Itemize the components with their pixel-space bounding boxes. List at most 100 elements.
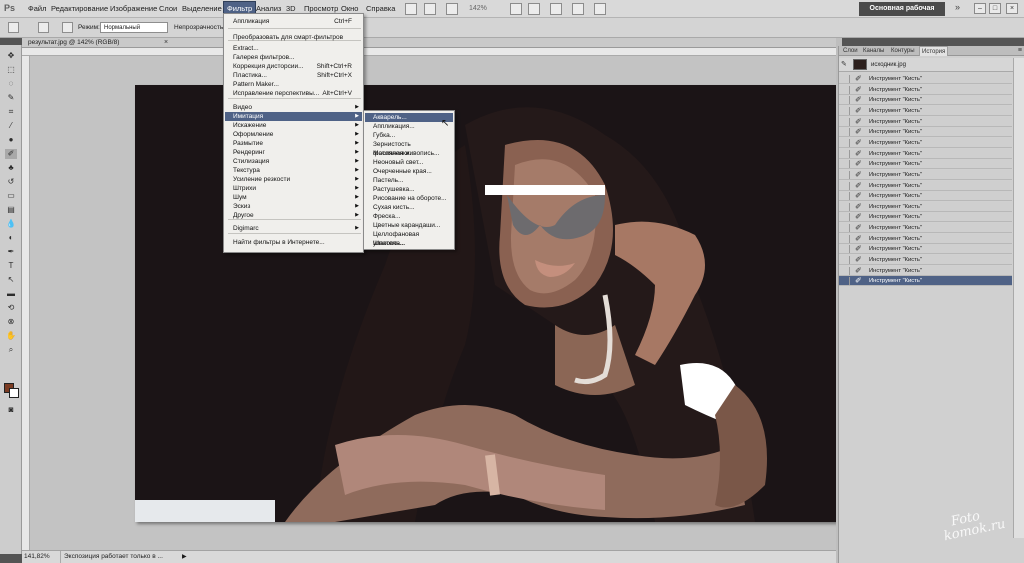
brush-size-icon[interactable] xyxy=(38,22,49,33)
imitation-menu-item[interactable]: Шпатель... xyxy=(365,239,453,248)
history-state-row[interactable]: ✐ Инструмент "Кисть" xyxy=(839,95,1012,106)
screen-mode-icon[interactable] xyxy=(594,3,606,15)
history-snapshot[interactable]: ✎ исходник.jpg xyxy=(839,58,1024,72)
history-state-row[interactable]: ✐ Инструмент "Кисть" xyxy=(839,265,1012,276)
filter-menu-item[interactable]: Extract... xyxy=(225,44,362,53)
history-source-checkbox[interactable] xyxy=(841,202,850,211)
filter-menu-item[interactable]: Штрихи ▶ xyxy=(225,184,362,193)
panel-menu-icon[interactable]: ≡ xyxy=(1018,46,1022,56)
quick-select-tool-icon[interactable]: ✎ xyxy=(5,93,17,103)
zoom-level[interactable]: 142% xyxy=(469,0,487,18)
history-state-row[interactable]: ✐ Инструмент "Кисть" xyxy=(839,137,1012,148)
history-scrollbar[interactable] xyxy=(1013,58,1024,538)
imitation-menu-item[interactable]: Пастель... xyxy=(365,176,453,185)
background-color-swatch[interactable] xyxy=(9,388,19,398)
hand-tool-icon[interactable] xyxy=(510,3,522,15)
close-document-icon[interactable]: × xyxy=(164,38,168,48)
filter-menu-item[interactable]: Pattern Maker... xyxy=(225,80,362,89)
horizontal-ruler[interactable] xyxy=(22,48,836,56)
filter-menu-item[interactable]: Оформление ▶ xyxy=(225,130,362,139)
history-state-row[interactable]: ✐ Инструмент "Кисть" xyxy=(839,84,1012,95)
history-source-checkbox[interactable] xyxy=(841,277,850,286)
quick-mask-icon[interactable]: ◙ xyxy=(5,405,17,415)
close-window-icon[interactable]: × xyxy=(1006,3,1018,14)
history-source-checkbox[interactable] xyxy=(841,96,850,105)
menu-edit[interactable]: Редактирование xyxy=(51,0,108,18)
filter-menu-item[interactable]: Эскиз ▶ xyxy=(225,202,362,211)
tab-paths[interactable]: Контуры xyxy=(889,46,917,56)
status-zoom[interactable]: 141,82% xyxy=(24,551,50,563)
arrange-documents-icon[interactable] xyxy=(572,3,584,15)
menu-layers[interactable]: Слои xyxy=(159,0,177,18)
shape-tool-icon[interactable]: ▬ xyxy=(5,289,17,299)
filter-menu-item[interactable]: Digimarc ▶ xyxy=(225,224,362,233)
tab-history[interactable]: История xyxy=(919,46,949,56)
zoom-tool-icon[interactable]: ⌕ xyxy=(5,345,17,355)
history-source-checkbox[interactable] xyxy=(841,213,850,222)
path-selection-tool-icon[interactable]: ↖ xyxy=(5,275,17,285)
imitation-menu-item[interactable]: Целлофановая упаковка... xyxy=(365,230,453,247)
history-source-checkbox[interactable] xyxy=(841,128,850,137)
history-source-checkbox[interactable] xyxy=(841,256,850,265)
workspace-button[interactable]: Основная рабочая среда xyxy=(859,2,945,26)
filter-menu-item[interactable]: Текстура ▶ xyxy=(225,166,362,175)
mode-select[interactable]: Нормальный xyxy=(100,22,168,33)
history-source-checkbox[interactable] xyxy=(841,106,850,115)
history-brush-tool-icon[interactable]: ↺ xyxy=(5,177,17,187)
3d-orbit-tool-icon[interactable]: ⊗ xyxy=(5,317,17,327)
imitation-menu-item[interactable]: Цветные карандаши... xyxy=(365,221,453,230)
tab-channels[interactable]: Каналы xyxy=(861,46,886,56)
history-state-row[interactable]: ✐ Инструмент "Кисть" xyxy=(839,191,1012,202)
filter-menu-item[interactable]: Аппликация Ctrl+F xyxy=(225,17,362,26)
minimize-icon[interactable]: – xyxy=(974,3,986,14)
status-menu-arrow-icon[interactable]: ▶ xyxy=(182,551,187,563)
brush-tool-icon[interactable]: ✐ xyxy=(5,149,17,159)
filter-menu-item[interactable]: Имитация ▶ xyxy=(225,112,362,121)
eraser-tool-icon[interactable]: ▭ xyxy=(5,191,17,201)
hand-tool-icon[interactable]: ✋ xyxy=(5,331,17,341)
vertical-ruler[interactable] xyxy=(22,56,30,550)
imitation-menu-item[interactable]: Масляная живопись... xyxy=(365,149,453,158)
minibridge-icon[interactable] xyxy=(424,3,436,15)
bridge-icon[interactable] xyxy=(405,3,417,15)
imitation-menu-item[interactable]: Акварель... xyxy=(365,113,453,122)
filter-menu-item[interactable]: Размытие ▶ xyxy=(225,139,362,148)
history-state-row[interactable]: ✐ Инструмент "Кисть" xyxy=(839,105,1012,116)
brush-panel-icon[interactable] xyxy=(62,22,73,33)
history-state-row[interactable]: ✐ Инструмент "Кисть" xyxy=(839,244,1012,255)
history-source-checkbox[interactable] xyxy=(841,224,850,233)
imitation-menu-item[interactable]: Неоновый свет... xyxy=(365,158,453,167)
history-source-checkbox[interactable] xyxy=(841,75,850,83)
clone-stamp-tool-icon[interactable]: ♣ xyxy=(5,163,17,173)
history-state-row[interactable]: ✐ Инструмент "Кисть" xyxy=(839,276,1012,287)
history-state-row[interactable]: ✐ Инструмент "Кисть" xyxy=(839,148,1012,159)
brush-preset-icon[interactable] xyxy=(8,22,19,33)
history-source-checkbox[interactable] xyxy=(841,266,850,275)
filter-menu-item[interactable]: Коррекция дисторсии... Shift+Ctrl+R xyxy=(225,62,362,71)
lasso-tool-icon[interactable]: ◌ xyxy=(5,79,17,89)
history-source-checkbox[interactable] xyxy=(841,149,850,158)
filter-menu-item[interactable]: Другое ▶ xyxy=(225,211,362,220)
history-source-checkbox[interactable] xyxy=(841,245,850,254)
healing-brush-tool-icon[interactable]: ● xyxy=(5,135,17,145)
history-state-row[interactable]: ✐ Инструмент "Кисть" xyxy=(839,74,1012,84)
3d-rotate-tool-icon[interactable]: ⟲ xyxy=(5,303,17,313)
zoom-tool-icon[interactable] xyxy=(528,3,540,15)
rotate-view-icon[interactable] xyxy=(550,3,562,15)
filter-menu-item[interactable]: Усиление резкости ▶ xyxy=(225,175,362,184)
document-tab[interactable]: результат.jpg @ 142% (RGB/8) × xyxy=(22,38,836,48)
history-source-checkbox[interactable] xyxy=(841,138,850,147)
filter-menu-item[interactable]: Пластика... Shift+Ctrl+X xyxy=(225,71,362,80)
history-state-row[interactable]: ✐ Инструмент "Кисть" xyxy=(839,180,1012,191)
history-source-checkbox[interactable] xyxy=(841,170,850,179)
workspace-more-icon[interactable]: » xyxy=(955,2,960,12)
pen-tool-icon[interactable]: ✒ xyxy=(5,247,17,257)
filter-menu-item[interactable]: Рендеринг ▶ xyxy=(225,148,362,157)
eyedropper-tool-icon[interactable]: ⁄ xyxy=(5,121,17,131)
filter-menu-item[interactable]: Галерея фильтров... xyxy=(225,53,362,62)
marquee-tool-icon[interactable]: ⬚ xyxy=(5,65,17,75)
move-tool-icon[interactable]: ✥ xyxy=(5,51,17,61)
filter-menu-item[interactable]: Шум ▶ xyxy=(225,193,362,202)
history-state-row[interactable]: ✐ Инструмент "Кисть" xyxy=(839,159,1012,170)
view-extras-icon[interactable] xyxy=(446,3,458,15)
